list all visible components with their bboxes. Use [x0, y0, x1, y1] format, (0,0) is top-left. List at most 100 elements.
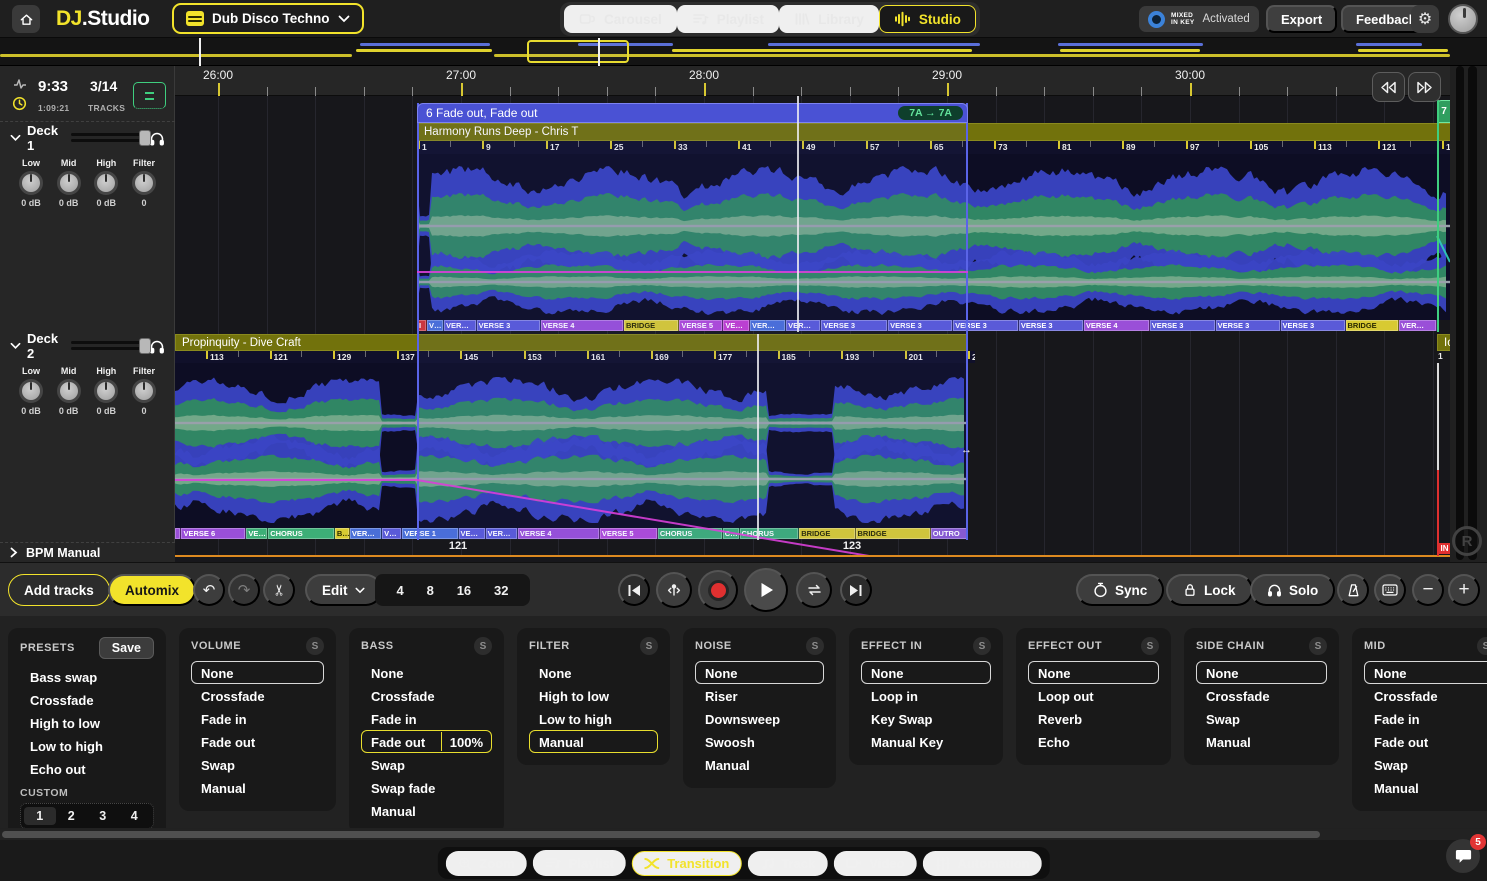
option-none[interactable]: None [191, 661, 324, 684]
option-none[interactable]: None [361, 661, 492, 684]
knob-dial[interactable] [132, 379, 156, 403]
option-crossfade[interactable]: Crossfade [1196, 684, 1327, 707]
redo-button[interactable]: ↷ [228, 574, 260, 606]
option-loop-out[interactable]: Loop out [1028, 684, 1159, 707]
mixed-in-key-badge[interactable]: MIXEDIN KEY Activated [1139, 6, 1259, 32]
option-manual[interactable]: Manual [695, 753, 824, 776]
time-ruler[interactable]: 26:0027:0028:0029:0030:00 [175, 66, 1450, 96]
panel-solo-badge[interactable]: S [1141, 637, 1159, 655]
cut-button[interactable]: ✂ [263, 574, 295, 606]
knob-dial[interactable] [132, 171, 156, 195]
zoom-out-button[interactable]: − [1412, 574, 1444, 606]
option-swap[interactable]: Swap [1364, 753, 1487, 776]
panel-solo-badge[interactable]: S [973, 637, 991, 655]
keyboard-shortcuts-button[interactable] [1374, 574, 1406, 606]
deck-volume-slider[interactable] [71, 130, 143, 146]
bpm-section-toggle[interactable]: BPM Manual [0, 542, 175, 562]
skip-to-start-button[interactable] [618, 574, 650, 606]
deck1-playhead[interactable] [797, 96, 799, 332]
option-swap-fade[interactable]: Swap fade [361, 776, 492, 799]
eq-knob-low[interactable]: Low0 dB [14, 158, 48, 208]
option-echo[interactable]: Echo [1028, 730, 1159, 753]
option-downsweep[interactable]: Downsweep [695, 707, 824, 730]
eq-knob-filter[interactable]: Filter0 [127, 366, 161, 416]
view-tab-video[interactable]: Video [833, 851, 916, 876]
add-tracks-button[interactable]: Add tracks [8, 574, 110, 606]
sync-button[interactable]: Sync [1076, 574, 1164, 606]
knob-dial[interactable] [19, 379, 43, 403]
panel-solo-badge[interactable]: S [1309, 637, 1327, 655]
option-swap[interactable]: Swap [1196, 707, 1327, 730]
option-swap[interactable]: Swap [361, 753, 492, 776]
master-display[interactable] [133, 82, 166, 109]
custom-slot-4[interactable]: 4 [119, 807, 151, 825]
play-button[interactable] [744, 568, 788, 612]
option-manual[interactable]: Manual [1364, 776, 1487, 799]
deck2-playhead[interactable] [757, 334, 759, 540]
eq-knob-filter[interactable]: Filter0 [127, 158, 161, 208]
tab-carousel[interactable]: Carousel [564, 5, 677, 33]
eq-knob-high[interactable]: High0 dB [89, 158, 123, 208]
option-fade-out[interactable]: Fade out [1364, 730, 1487, 753]
panel-solo-badge[interactable]: S [1477, 637, 1487, 655]
eq-knob-mid[interactable]: Mid0 dB [52, 366, 86, 416]
horizontal-scrollbar[interactable] [0, 829, 1487, 840]
knob-dial[interactable] [19, 171, 43, 195]
headphones-icon[interactable] [149, 131, 165, 146]
option-manual[interactable]: Manual [529, 730, 658, 753]
option-manual[interactable]: Manual [1196, 730, 1327, 753]
tab-playlist[interactable]: Playlist [677, 5, 779, 33]
option-manual[interactable]: Manual [361, 799, 492, 822]
track1-waveform-region[interactable] [417, 154, 1450, 320]
option-manual-key[interactable]: Manual Key [861, 730, 991, 753]
eq-knob-mid[interactable]: Mid0 dB [52, 158, 86, 208]
panel-solo-badge[interactable]: S [474, 637, 492, 655]
save-preset-button[interactable]: Save [99, 637, 154, 659]
tab-library[interactable]: Library [779, 5, 879, 33]
undo-button[interactable]: ↶ [193, 574, 225, 606]
horizontal-scrollbar-thumb[interactable] [2, 831, 1320, 838]
option-manual[interactable]: Manual [191, 776, 324, 799]
option-key-swap[interactable]: Key Swap [861, 707, 991, 730]
home-button[interactable] [12, 5, 40, 33]
grid-size-4[interactable]: 4 [396, 583, 403, 598]
knob-dial[interactable] [57, 171, 81, 195]
option-fade-in[interactable]: Fade in [361, 707, 492, 730]
zoom-in-button[interactable]: + [1448, 574, 1480, 606]
panel-solo-badge[interactable]: S [306, 637, 324, 655]
automix-button[interactable]: Automix [108, 574, 196, 606]
knob-dial[interactable] [94, 379, 118, 403]
grid-size-8[interactable]: 8 [427, 583, 434, 598]
option-loop-in[interactable]: Loop in [861, 684, 991, 707]
settings-button[interactable]: ⚙ [1411, 5, 1439, 33]
vertical-scrollbar-track[interactable] [1456, 66, 1464, 560]
eq-knob-low[interactable]: Low0 dB [14, 366, 48, 416]
custom-slot-1[interactable]: 1 [24, 807, 56, 825]
user-avatar[interactable] [1448, 4, 1478, 34]
jump-forward-button[interactable] [1408, 72, 1441, 102]
option-crossfade[interactable]: Crossfade [361, 684, 492, 707]
arrangement-area[interactable]: 26:0027:0028:0029:0030:00 Harmony Runs D… [175, 66, 1450, 562]
option-low-to-high[interactable]: Low to high [529, 707, 658, 730]
knob-dial[interactable] [57, 379, 81, 403]
export-button[interactable]: Export [1266, 5, 1337, 33]
option-none[interactable]: None [529, 661, 658, 684]
option-swap[interactable]: Swap [191, 753, 324, 776]
jump-back-button[interactable] [1372, 72, 1405, 102]
view-tab-transition[interactable]: Transition [632, 851, 741, 876]
tab-studio[interactable]: Studio [879, 5, 976, 33]
view-tab-automation[interactable]: Automation [922, 851, 1041, 876]
panel-solo-badge[interactable]: S [806, 637, 824, 655]
skip-to-end-button[interactable] [840, 574, 872, 606]
view-tab-track[interactable]: Track [747, 851, 827, 876]
option-none[interactable]: None [861, 661, 991, 684]
option-reverb[interactable]: Reverb [1028, 707, 1159, 730]
record-button[interactable] [698, 570, 738, 610]
option-crossfade[interactable]: Crossfade [20, 688, 154, 711]
timeline-minimap[interactable] [0, 38, 1487, 66]
loop-button[interactable] [796, 572, 832, 608]
option-fade-in[interactable]: Fade in [1364, 707, 1487, 730]
option-high-to-low[interactable]: High to low [529, 684, 658, 707]
option-high-to-low[interactable]: High to low [20, 711, 154, 734]
edit-menu-button[interactable]: Edit [305, 574, 382, 606]
